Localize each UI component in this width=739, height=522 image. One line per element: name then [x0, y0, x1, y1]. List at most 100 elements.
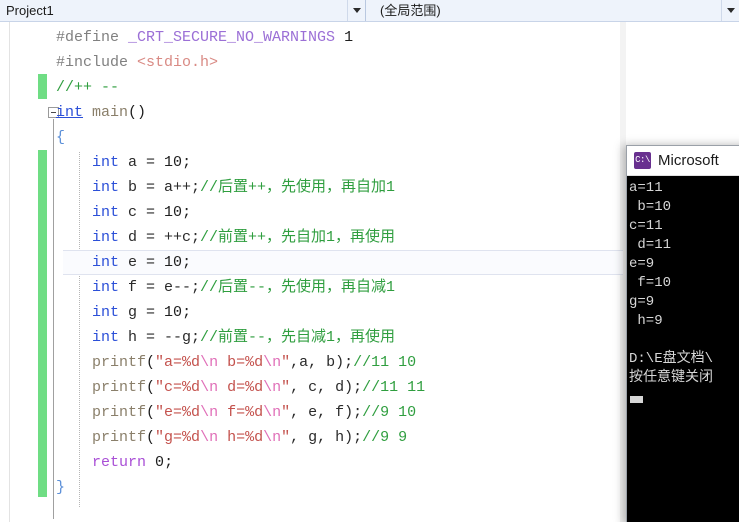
code-token: ;	[164, 454, 174, 471]
code-line-text: int main()	[0, 100, 146, 125]
code-token: "	[281, 354, 291, 371]
code-token: int	[92, 329, 120, 346]
code-token: //后置--，先使用，再自减1	[200, 279, 396, 296]
code-token: d=%d	[218, 379, 264, 396]
code-token: _CRT_SECURE_NO_WARNINGS	[128, 29, 336, 46]
code-token: (	[146, 379, 156, 396]
console-title-bar[interactable]: C:\ Microsoft	[627, 146, 739, 176]
code-token: , e, f);	[290, 404, 363, 421]
code-token: c =	[119, 204, 165, 221]
code-token: \n	[200, 379, 219, 396]
code-line-text: return 0;	[0, 450, 173, 475]
code-token: ;	[182, 154, 192, 171]
code-token: }	[56, 479, 66, 496]
code-token: main	[92, 104, 129, 121]
code-token: printf	[92, 404, 147, 421]
code-token: \n	[200, 429, 219, 446]
code-token: printf	[92, 354, 147, 371]
scope-project-dropdown[interactable]: Project1	[0, 0, 366, 21]
code-token: ;	[182, 254, 192, 271]
console-window[interactable]: C:\ Microsoft a=11 b=10 c=11 d=11 e=9 f=10…	[626, 145, 739, 522]
code-line-3[interactable]: //++ --	[0, 75, 739, 100]
code-token: ;	[182, 304, 192, 321]
code-token: //前置++，先自加1，再使用	[200, 229, 396, 246]
code-token: , c, d);	[290, 379, 363, 396]
code-token: "c=%d	[155, 379, 201, 396]
code-token: 10	[164, 254, 183, 271]
code-token: int	[92, 179, 120, 196]
code-token: printf	[92, 379, 147, 396]
code-token: "	[281, 429, 291, 446]
chevron-down-icon[interactable]	[347, 0, 365, 21]
scope-project-label: Project1	[6, 3, 54, 18]
code-token: f=%d	[218, 404, 264, 421]
code-token: ;	[182, 204, 192, 221]
code-line-text: int a = 10;	[0, 150, 191, 175]
code-token: 0	[155, 454, 165, 471]
code-line-text: printf("e=%d\n f=%d\n", e, f);//9 10	[0, 400, 416, 425]
code-line-text: printf("c=%d\n d=%d\n", c, d);//11 11	[0, 375, 425, 400]
code-token: h = --g;	[119, 329, 201, 346]
code-line-text: int f = e--;//后置--，先使用，再自减1	[0, 275, 395, 300]
code-line-1[interactable]: #define _CRT_SECURE_NO_WARNINGS 1	[0, 25, 739, 50]
code-token: printf	[92, 429, 147, 446]
console-cursor	[630, 396, 643, 403]
code-token: ,a, b);	[290, 354, 354, 371]
visual-studio-window: Project1 (全局范围) #define _CRT_SECURE_NO_W…	[0, 0, 739, 522]
code-token: int	[92, 304, 120, 321]
console-output-area[interactable]: a=11 b=10 c=11 d=11 e=9 f=10 g=9 h=9 D:\E盘文档…	[627, 176, 739, 522]
code-line-text: #include <stdio.h>	[0, 50, 218, 75]
code-token: //11 11	[362, 379, 426, 396]
code-line-text: int h = --g;//前置--，先自减1，再使用	[0, 325, 395, 350]
code-line-text: {	[0, 125, 65, 150]
code-line-2[interactable]: #include <stdio.h>	[0, 50, 739, 75]
console-output-line: d=11	[629, 237, 672, 253]
console-output-line: e=9	[629, 256, 655, 272]
scope-member-dropdown[interactable]: (全局范围)	[366, 0, 739, 21]
code-token: \n	[200, 354, 219, 371]
code-token: "	[281, 404, 291, 421]
code-token: //11 10	[353, 354, 417, 371]
code-line-text: printf("a=%d\n b=%d\n",a, b);//11 10	[0, 350, 416, 375]
code-line-text: }	[0, 475, 65, 500]
code-token: 10	[164, 304, 183, 321]
code-token: //9 9	[362, 429, 408, 446]
code-token: {	[56, 129, 66, 146]
code-token: (	[146, 404, 156, 421]
code-token: \n	[263, 404, 282, 421]
code-token: int	[56, 104, 84, 121]
code-token: //9 10	[362, 404, 417, 421]
code-token: a =	[119, 154, 165, 171]
console-output-line: b=10	[629, 199, 672, 215]
navigation-bar: Project1 (全局范围)	[0, 0, 739, 22]
code-token: 10	[164, 204, 183, 221]
code-token: int	[92, 279, 120, 296]
console-output-line: c=11	[629, 218, 663, 234]
code-token: (	[146, 429, 156, 446]
chevron-down-icon-2[interactable]	[721, 0, 739, 21]
code-line-4[interactable]: int main()	[0, 100, 739, 125]
code-token: #include	[56, 54, 138, 71]
code-token: 1	[335, 29, 354, 46]
console-exe-path-line: D:\E盘文档\	[629, 351, 714, 367]
code-token: <stdio.h>	[137, 54, 219, 71]
code-line-text: int b = a++;//后置++，先使用，再自加1	[0, 175, 395, 200]
code-line-text: int c = 10;	[0, 200, 191, 225]
code-token: return	[92, 454, 147, 471]
console-output-line: h=9	[629, 313, 663, 329]
code-token: ()	[128, 104, 147, 121]
console-prompt-line: 按任意键关闭	[629, 370, 713, 386]
